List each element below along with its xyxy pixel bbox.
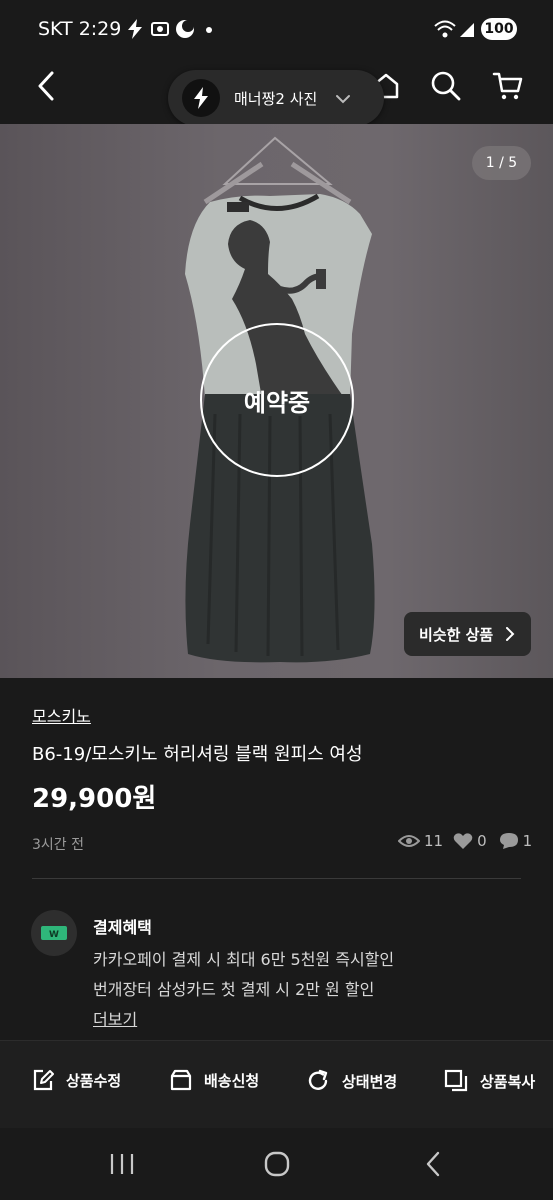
copy-icon bbox=[444, 1069, 468, 1092]
shipping-request-label: 배송신청 bbox=[204, 1071, 260, 1090]
battery-indicator: 100 bbox=[481, 18, 517, 40]
photo-counter: 1 / 5 bbox=[472, 146, 531, 180]
view-count: 11 bbox=[424, 832, 444, 850]
shipping-request-button[interactable]: 배송신청 bbox=[170, 1069, 259, 1091]
home-nav-icon bbox=[264, 1151, 290, 1177]
svg-text:W: W bbox=[49, 930, 59, 940]
copy-product-label: 상품복사 bbox=[480, 1072, 536, 1091]
signal-icon bbox=[458, 19, 476, 44]
product-price: 29,900원 bbox=[32, 784, 157, 814]
recent-apps-button[interactable] bbox=[108, 1152, 136, 1180]
posted-time: 3시간 전 bbox=[32, 837, 84, 853]
back-nav-icon bbox=[426, 1151, 440, 1177]
cart-icon bbox=[492, 72, 523, 100]
recent-apps-icon bbox=[110, 1154, 134, 1174]
payment-benefit-icon: W bbox=[31, 910, 77, 956]
search-button[interactable] bbox=[426, 66, 466, 106]
wifi-icon bbox=[434, 19, 456, 44]
copy-product-button[interactable]: 상품복사 bbox=[444, 1069, 535, 1093]
refresh-icon bbox=[308, 1069, 328, 1090]
status-time: SKT 2:29 bbox=[38, 18, 122, 40]
edit-product-label: 상품수정 bbox=[66, 1071, 122, 1090]
box-icon bbox=[170, 1069, 192, 1091]
chat-count: 1 bbox=[522, 832, 533, 850]
mode-label: 매너짱2 사진 bbox=[234, 89, 318, 108]
benefit-title: 결제혜택 bbox=[93, 918, 152, 937]
edit-product-button[interactable]: 상품수정 bbox=[32, 1069, 121, 1091]
action-bar: 상품수정 배송신청 상태변경 상품복사 bbox=[0, 1040, 553, 1129]
moon-icon bbox=[175, 19, 195, 44]
benefit-line-kakaopay: 카카오페이 결제 시 최대 6만 5천원 즉시할인 bbox=[93, 950, 395, 969]
mode-selector[interactable]: 매너짱2 사진 bbox=[168, 70, 384, 126]
similar-products-label: 비슷한 상품 bbox=[419, 625, 494, 644]
like-count: 0 bbox=[477, 832, 487, 850]
brand-link[interactable]: 모스키노 bbox=[32, 703, 91, 727]
reserved-badge: 예약중 bbox=[200, 323, 354, 477]
back-arrow-icon bbox=[38, 71, 54, 101]
chat-bubble-icon bbox=[499, 833, 518, 849]
benefit-line-samsungcard: 번개장터 삼성카드 첫 결제 시 2만 원 할인 bbox=[93, 980, 375, 999]
eye-icon bbox=[398, 835, 420, 847]
home-nav-button[interactable] bbox=[263, 1150, 291, 1182]
similar-products-button[interactable]: 비슷한 상품 bbox=[404, 612, 531, 656]
edit-icon bbox=[33, 1069, 54, 1091]
product-stats: 11 0 1 bbox=[398, 832, 538, 850]
back-button[interactable] bbox=[26, 66, 66, 106]
cart-button[interactable] bbox=[488, 66, 528, 106]
chevron-down-icon bbox=[335, 89, 351, 108]
screen-record-icon bbox=[150, 19, 170, 44]
chevron-right-icon bbox=[506, 627, 515, 641]
search-icon bbox=[431, 71, 461, 101]
lightning-icon bbox=[126, 19, 144, 44]
product-title: B6-19/모스키노 허리셔링 블랙 원피스 여성 bbox=[32, 744, 363, 765]
benefit-more-link[interactable]: 더보기 bbox=[93, 1006, 137, 1030]
divider bbox=[32, 878, 521, 879]
heart-icon bbox=[453, 833, 473, 849]
dot-icon bbox=[205, 20, 213, 45]
reserved-label: 예약중 bbox=[243, 388, 311, 417]
status-bar: SKT 2:29 100 bbox=[0, 0, 553, 60]
change-status-label: 상태변경 bbox=[342, 1072, 398, 1091]
back-nav-button[interactable] bbox=[424, 1150, 442, 1182]
system-nav-bar bbox=[0, 1128, 553, 1200]
lightning-icon bbox=[182, 79, 220, 117]
change-status-button[interactable]: 상태변경 bbox=[306, 1069, 397, 1093]
